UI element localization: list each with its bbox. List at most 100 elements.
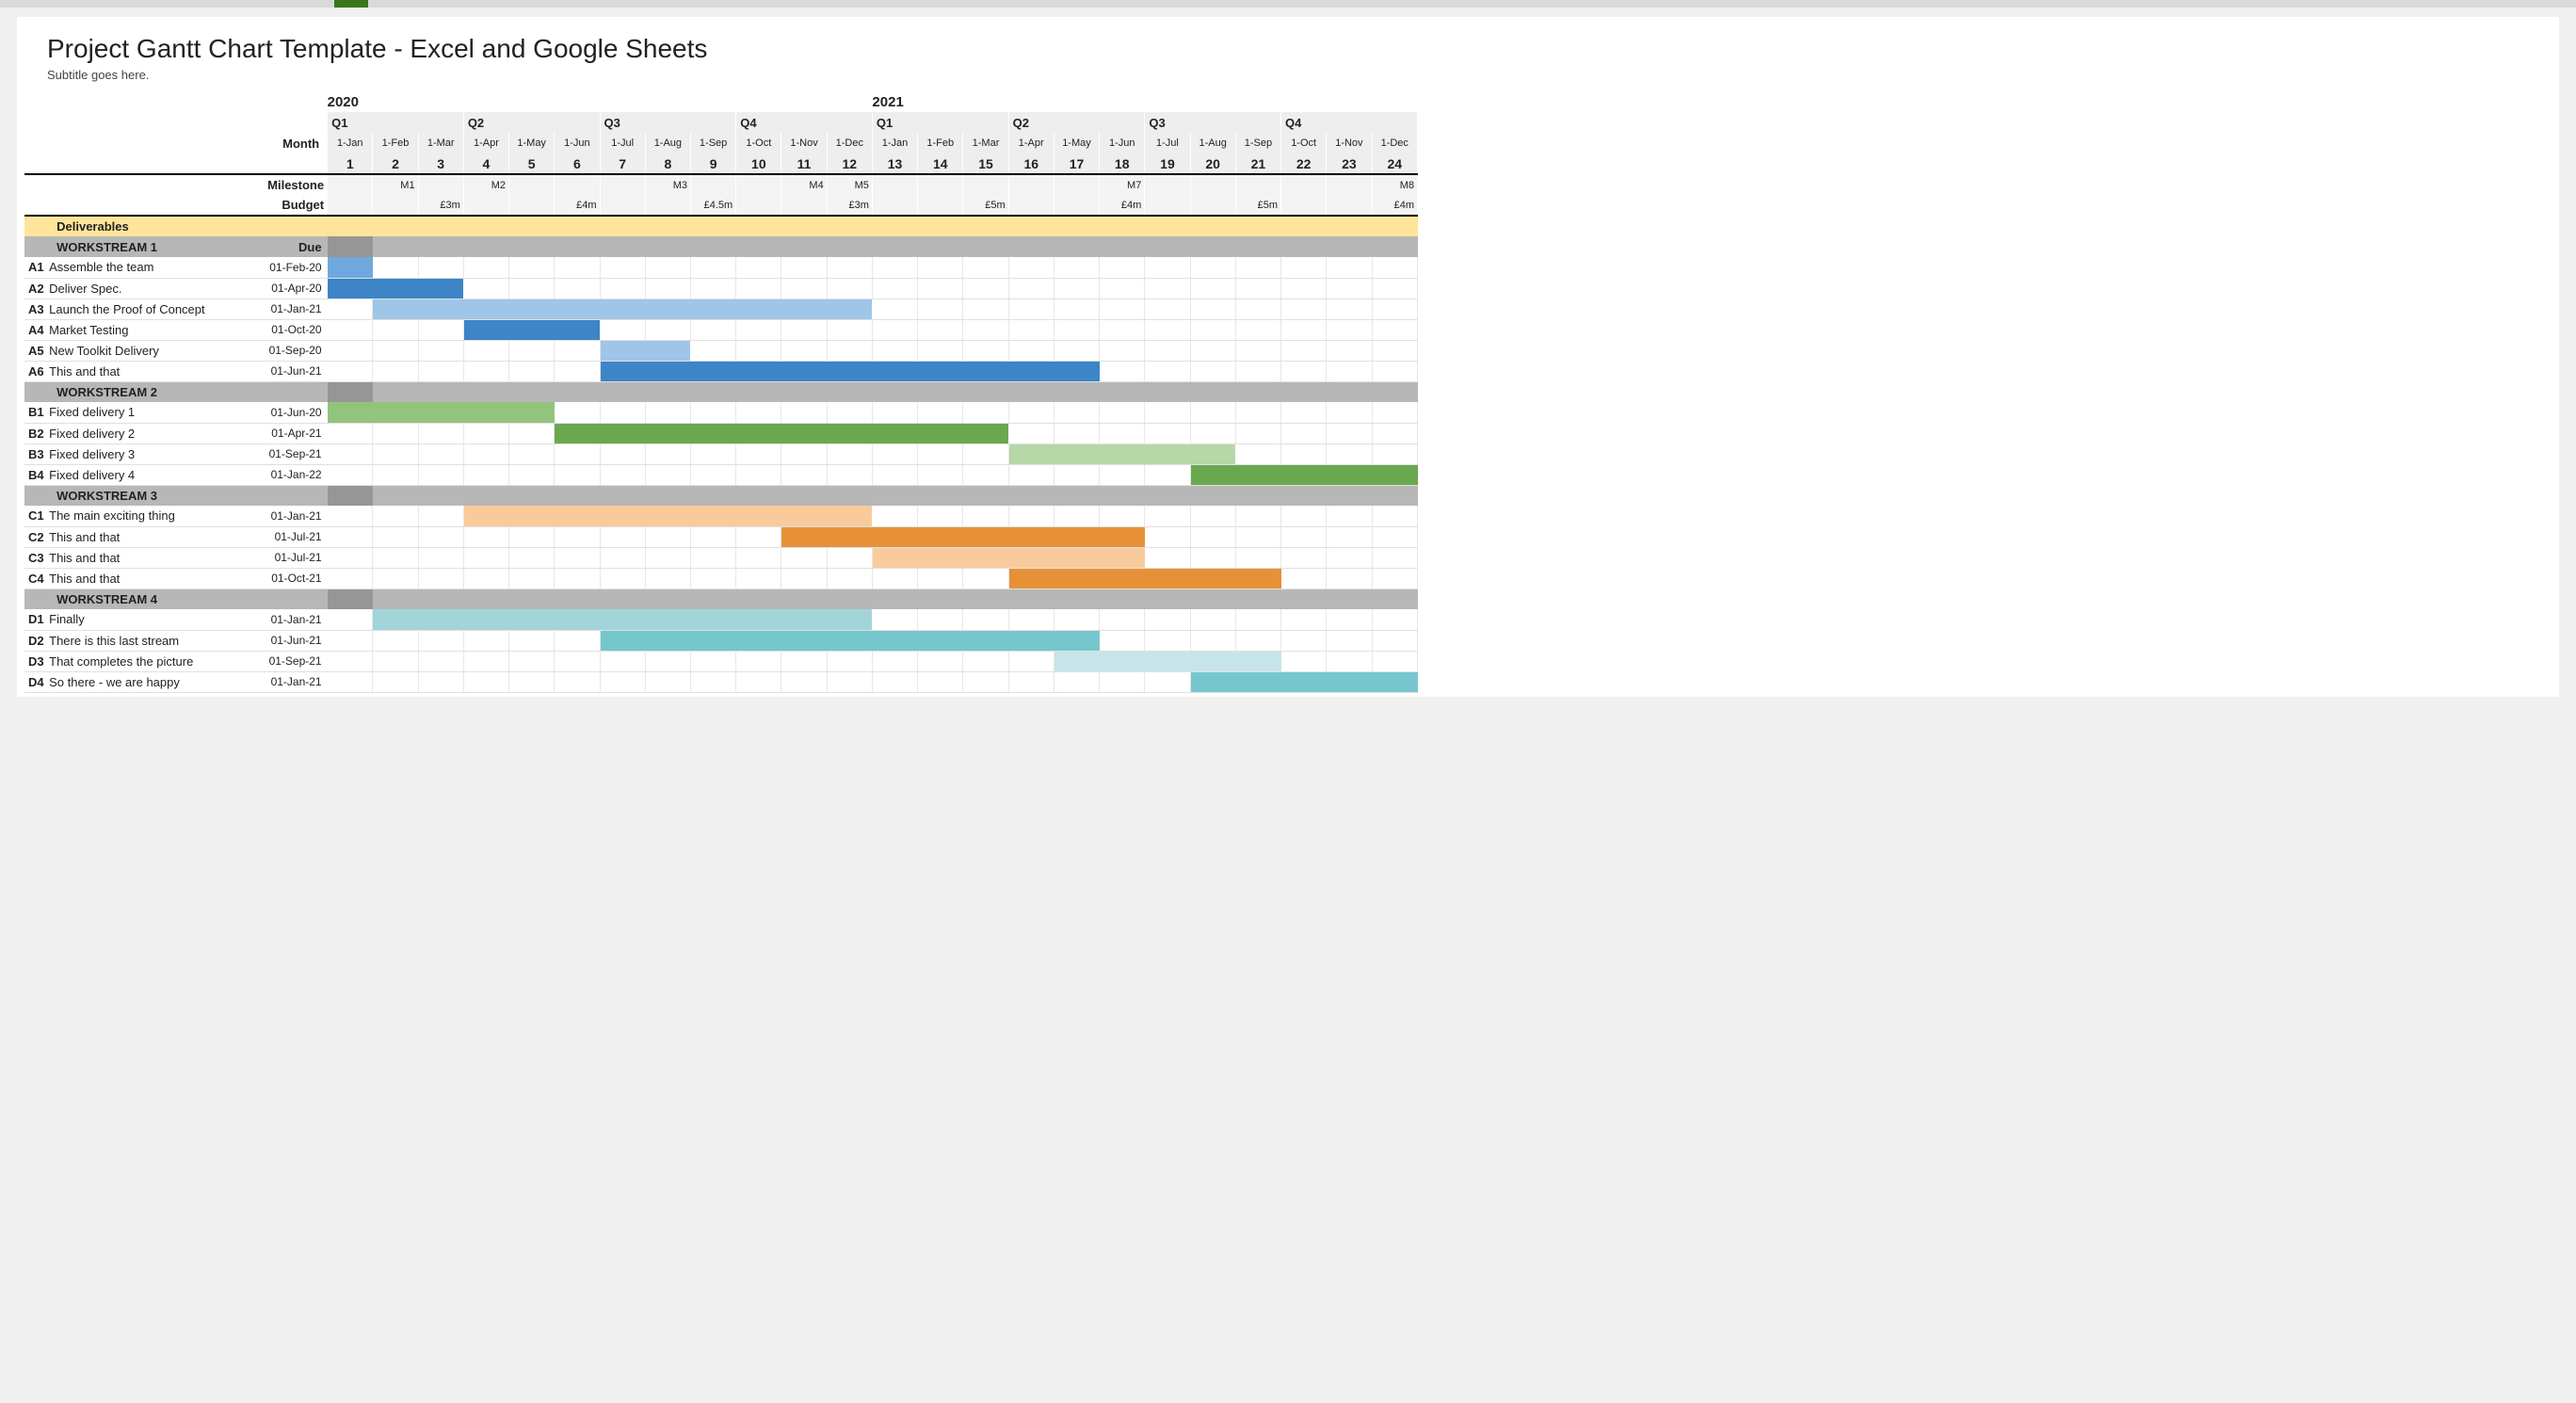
gantt-bar[interactable] <box>555 299 600 319</box>
gantt-cell[interactable] <box>418 464 463 485</box>
gantt-cell[interactable] <box>963 298 1008 319</box>
gantt-bar[interactable] <box>1235 672 1280 692</box>
gantt-cell[interactable] <box>463 298 508 319</box>
gantt-cell[interactable] <box>1235 651 1280 671</box>
gantt-cell[interactable] <box>1145 298 1190 319</box>
gantt-cell[interactable] <box>1054 609 1099 630</box>
gantt-bar[interactable] <box>645 506 690 526</box>
gantt-cell[interactable] <box>781 298 827 319</box>
gantt-cell[interactable] <box>1145 402 1190 423</box>
gantt-cell[interactable] <box>918 651 963 671</box>
gantt-cell[interactable] <box>827 340 872 361</box>
gantt-cell[interactable] <box>918 340 963 361</box>
gantt-cell[interactable] <box>690 319 735 340</box>
gantt-cell[interactable] <box>600 526 645 547</box>
gantt-cell[interactable] <box>1281 402 1327 423</box>
gantt-cell[interactable] <box>1054 651 1099 671</box>
gantt-cell[interactable] <box>1008 257 1054 278</box>
gantt-cell[interactable] <box>872 547 917 568</box>
gantt-cell[interactable] <box>1372 257 1418 278</box>
gantt-cell[interactable] <box>690 464 735 485</box>
gantt-cell[interactable] <box>918 257 963 278</box>
gantt-cell[interactable] <box>373 278 418 298</box>
gantt-cell[interactable] <box>328 443 373 464</box>
gantt-cell[interactable] <box>1372 506 1418 526</box>
gantt-bar[interactable] <box>555 609 600 630</box>
gantt-cell[interactable] <box>373 298 418 319</box>
gantt-cell[interactable] <box>463 651 508 671</box>
gantt-cell[interactable] <box>690 340 735 361</box>
gantt-bar[interactable] <box>918 424 963 443</box>
gantt-cell[interactable] <box>509 361 555 381</box>
gantt-bar[interactable] <box>781 527 827 547</box>
gantt-bar[interactable] <box>781 299 827 319</box>
gantt-cell[interactable] <box>1372 298 1418 319</box>
gantt-bar[interactable] <box>827 527 872 547</box>
gantt-bar[interactable] <box>464 506 509 526</box>
gantt-bar[interactable] <box>1145 652 1190 671</box>
gantt-cell[interactable] <box>872 443 917 464</box>
gantt-cell[interactable] <box>1372 671 1418 692</box>
gantt-bar[interactable] <box>872 527 917 547</box>
gantt-cell[interactable] <box>1281 630 1327 651</box>
gantt-cell[interactable] <box>1190 257 1235 278</box>
gantt-bar[interactable] <box>918 527 963 547</box>
gantt-cell[interactable] <box>418 423 463 443</box>
gantt-cell[interactable] <box>1327 609 1372 630</box>
gantt-cell[interactable] <box>1281 464 1327 485</box>
gantt-cell[interactable] <box>827 361 872 381</box>
gantt-cell[interactable] <box>872 402 917 423</box>
gantt-cell[interactable] <box>1327 443 1372 464</box>
gantt-cell[interactable] <box>555 361 600 381</box>
gantt-cell[interactable] <box>1100 340 1145 361</box>
gantt-cell[interactable] <box>963 443 1008 464</box>
gantt-cell[interactable] <box>918 298 963 319</box>
gantt-cell[interactable] <box>1008 568 1054 589</box>
gantt-cell[interactable] <box>872 526 917 547</box>
gantt-cell[interactable] <box>1235 464 1280 485</box>
gantt-bar[interactable] <box>1008 527 1054 547</box>
gantt-cell[interactable] <box>918 547 963 568</box>
gantt-cell[interactable] <box>827 298 872 319</box>
gantt-cell[interactable] <box>781 609 827 630</box>
gantt-cell[interactable] <box>690 630 735 651</box>
gantt-cell[interactable] <box>736 340 781 361</box>
gantt-cell[interactable] <box>1327 402 1372 423</box>
gantt-cell[interactable] <box>690 423 735 443</box>
gantt-cell[interactable] <box>1100 671 1145 692</box>
gantt-cell[interactable] <box>373 651 418 671</box>
gantt-cell[interactable] <box>555 278 600 298</box>
gantt-cell[interactable] <box>827 402 872 423</box>
gantt-cell[interactable] <box>1372 464 1418 485</box>
gantt-cell[interactable] <box>1008 298 1054 319</box>
gantt-cell[interactable] <box>918 506 963 526</box>
gantt-cell[interactable] <box>827 671 872 692</box>
gantt-cell[interactable] <box>1054 506 1099 526</box>
gantt-cell[interactable] <box>827 526 872 547</box>
gantt-cell[interactable] <box>600 547 645 568</box>
gantt-bar[interactable] <box>600 424 645 443</box>
gantt-cell[interactable] <box>1190 278 1235 298</box>
gantt-bar[interactable] <box>827 609 872 630</box>
gantt-cell[interactable] <box>1327 526 1372 547</box>
gantt-cell[interactable] <box>1100 547 1145 568</box>
gantt-cell[interactable] <box>1327 361 1372 381</box>
gantt-cell[interactable] <box>373 402 418 423</box>
gantt-cell[interactable] <box>418 340 463 361</box>
gantt-cell[interactable] <box>1008 547 1054 568</box>
gantt-cell[interactable] <box>645 568 690 589</box>
gantt-cell[interactable] <box>736 423 781 443</box>
gantt-cell[interactable] <box>373 630 418 651</box>
gantt-cell[interactable] <box>1190 402 1235 423</box>
gantt-cell[interactable] <box>645 319 690 340</box>
gantt-cell[interactable] <box>872 257 917 278</box>
gantt-cell[interactable] <box>509 671 555 692</box>
gantt-cell[interactable] <box>918 671 963 692</box>
gantt-bar[interactable] <box>1327 672 1372 692</box>
gantt-bar[interactable] <box>1055 652 1100 671</box>
gantt-cell[interactable] <box>373 319 418 340</box>
gantt-bar[interactable] <box>1372 672 1418 692</box>
gantt-bar[interactable] <box>328 257 373 278</box>
gantt-cell[interactable] <box>690 547 735 568</box>
gantt-cell[interactable] <box>1281 423 1327 443</box>
